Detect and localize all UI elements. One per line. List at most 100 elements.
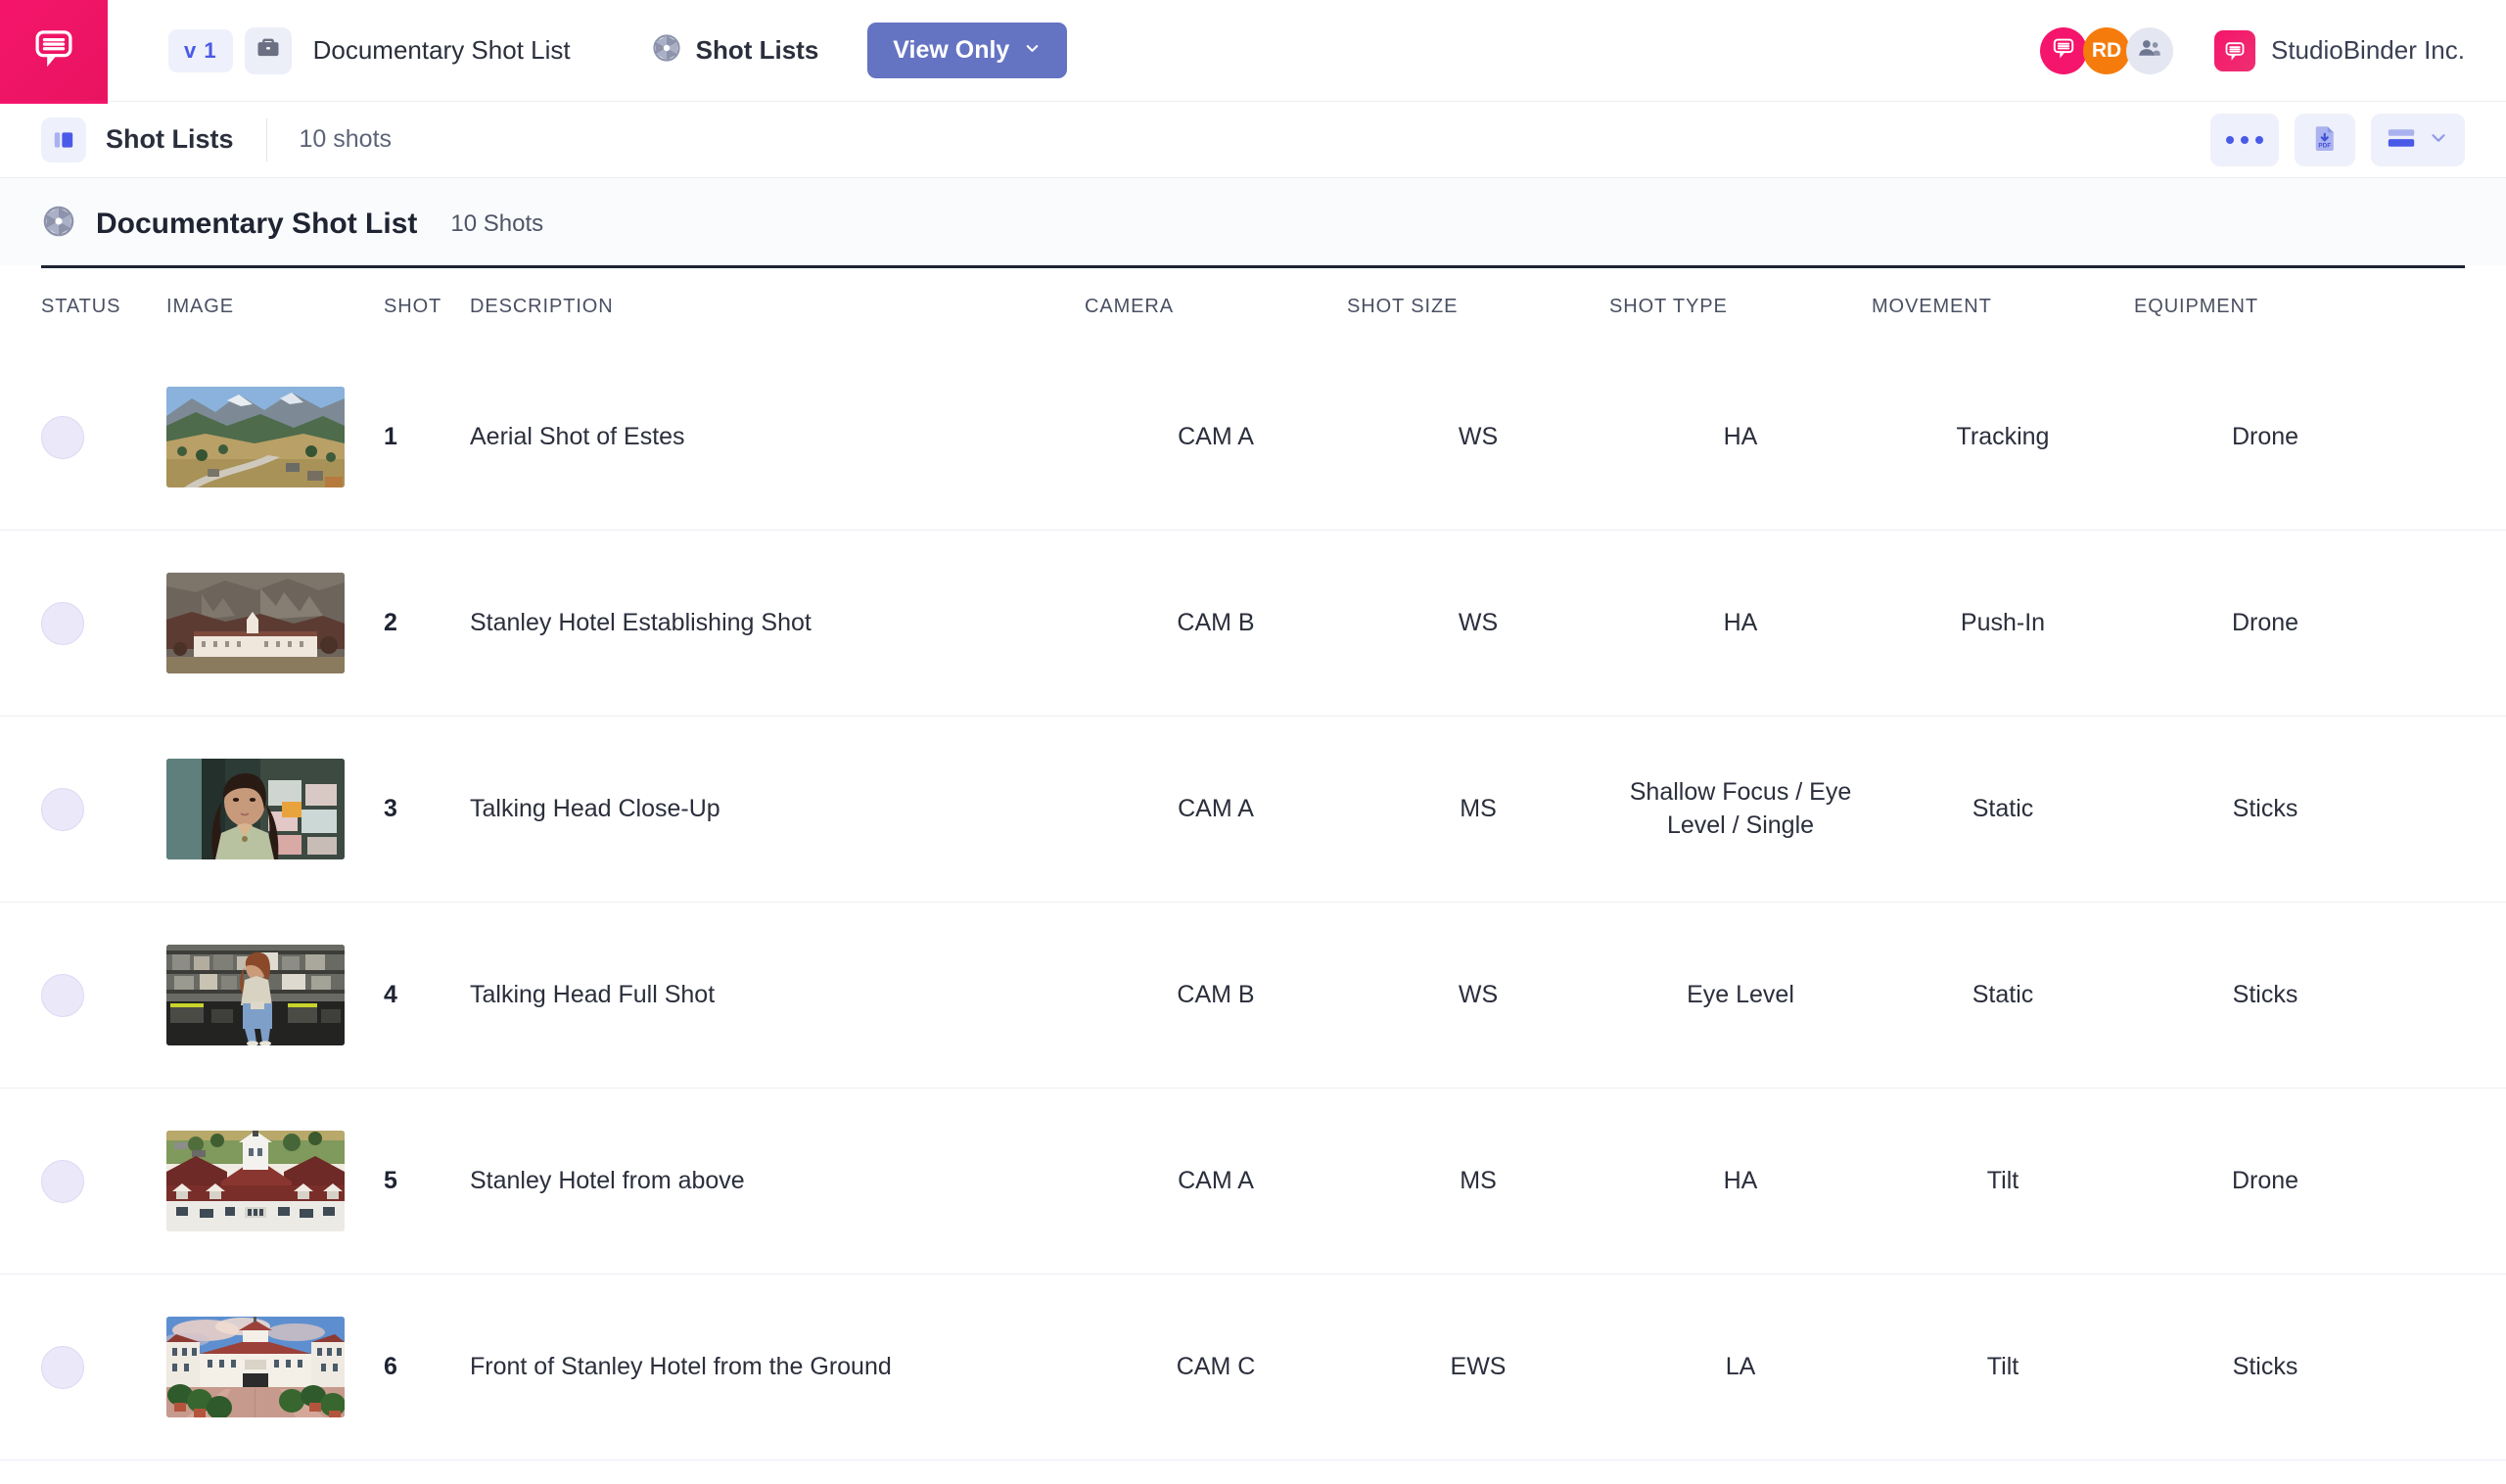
page-subtitle-shot-count: 10 Shots <box>450 210 543 238</box>
status-badge[interactable] <box>41 1160 84 1203</box>
shot-equipment[interactable]: Drone <box>2134 1165 2396 1198</box>
status-badge[interactable] <box>41 788 84 831</box>
status-cell <box>41 1160 166 1203</box>
shot-equipment[interactable]: Drone <box>2134 607 2396 640</box>
shot-camera[interactable]: CAM B <box>1085 979 1347 1012</box>
shot-equipment[interactable]: Drone <box>2134 421 2396 454</box>
image-cell <box>166 1317 384 1417</box>
column-header-camera: CAMERA <box>1085 296 1347 318</box>
shot-size[interactable]: MS <box>1347 793 1609 826</box>
shot-size[interactable]: EWS <box>1347 1351 1609 1384</box>
shot-camera[interactable]: CAM B <box>1085 607 1347 640</box>
project-icon-tile[interactable] <box>245 27 292 74</box>
shot-movement[interactable]: Tracking <box>1872 421 2134 454</box>
table-header-row: STATUS IMAGE SHOT DESCRIPTION CAMERA SHO… <box>0 268 2506 345</box>
shot-description[interactable]: Talking Head Full Shot <box>470 979 1085 1012</box>
status-cell <box>41 602 166 645</box>
avatar-initials: RD <box>2092 39 2121 63</box>
shot-description[interactable]: Stanley Hotel from above <box>470 1165 1085 1198</box>
sub-toolbar-actions: PDF <box>2210 114 2465 166</box>
shot-number: 6 <box>384 1353 470 1381</box>
shot-type[interactable]: HA <box>1609 1165 1872 1198</box>
shot-type[interactable]: HA <box>1609 607 1872 640</box>
shot-type[interactable]: Shallow Focus / Eye Level / Single <box>1609 776 1872 843</box>
status-badge[interactable] <box>41 974 84 1017</box>
ellipsis-icon <box>2226 136 2263 144</box>
avatar-studiobinder[interactable] <box>2040 27 2087 74</box>
shot-camera[interactable]: CAM C <box>1085 1351 1347 1384</box>
view-mode-button[interactable]: View Only <box>867 23 1067 78</box>
shot-number: 4 <box>384 981 470 1009</box>
shot-movement[interactable]: Tilt <box>1872 1351 2134 1384</box>
shot-equipment[interactable]: Sticks <box>2134 793 2396 826</box>
shot-camera[interactable]: CAM A <box>1085 421 1347 454</box>
column-header-shot-size: SHOT SIZE <box>1347 296 1609 318</box>
shot-size[interactable]: WS <box>1347 607 1609 640</box>
shot-thumbnail-mountain-valley[interactable] <box>166 387 345 487</box>
shot-description[interactable]: Front of Stanley Hotel from the Ground <box>470 1351 1085 1384</box>
avatar-team[interactable] <box>2126 27 2173 74</box>
shot-count-label: 10 shots <box>300 125 393 154</box>
status-cell <box>41 974 166 1017</box>
shot-thumbnail-woman-warehouse[interactable] <box>166 945 345 1045</box>
version-badge[interactable]: v 1 <box>168 29 233 72</box>
shot-thumbnail-hotel-roof-aerial[interactable] <box>166 1131 345 1231</box>
shot-size[interactable]: WS <box>1347 421 1609 454</box>
download-pdf-button[interactable]: PDF <box>2295 114 2355 166</box>
image-cell <box>166 759 384 859</box>
shot-size[interactable]: MS <box>1347 1165 1609 1198</box>
shot-thumbnail-woman-closeup[interactable] <box>166 759 345 859</box>
shot-movement[interactable]: Push-In <box>1872 607 2134 640</box>
avatar-rd[interactable]: RD <box>2083 27 2130 74</box>
table-row[interactable]: 1 Aerial Shot of Estes CAM A WS HA Track… <box>0 345 2506 531</box>
studiobinder-mark-icon <box>2214 30 2255 71</box>
shot-number: 5 <box>384 1167 470 1195</box>
page-title: Documentary Shot List <box>96 208 417 241</box>
shot-thumbnail-hotel-front-ground[interactable] <box>166 1317 345 1417</box>
top-bar-right: RD StudioBinder Inc. <box>2040 27 2465 74</box>
layout-rows-icon <box>2387 127 2416 152</box>
shot-type[interactable]: HA <box>1609 421 1872 454</box>
breadcrumb-shot-lists[interactable]: Shot Lists <box>651 32 819 69</box>
shot-type[interactable]: LA <box>1609 1351 1872 1384</box>
top-bar: v 1 Documentary Shot List <box>0 0 2506 102</box>
studiobinder-logo-icon <box>31 25 76 75</box>
shot-description[interactable]: Talking Head Close-Up <box>470 793 1085 826</box>
shot-description[interactable]: Stanley Hotel Establishing Shot <box>470 607 1085 640</box>
table-row[interactable]: 2 Stanley Hotel Establishing Shot CAM B … <box>0 531 2506 717</box>
table-row[interactable]: 4 Talking Head Full Shot CAM B WS Eye Le… <box>0 903 2506 1089</box>
shot-movement[interactable]: Tilt <box>1872 1165 2134 1198</box>
shot-movement[interactable]: Static <box>1872 979 2134 1012</box>
table-row[interactable]: 3 Talking Head Close-Up CAM A MS Shallow… <box>0 717 2506 903</box>
shot-equipment[interactable]: Sticks <box>2134 1351 2396 1384</box>
shot-size[interactable]: WS <box>1347 979 1609 1012</box>
shot-camera[interactable]: CAM A <box>1085 793 1347 826</box>
shot-description[interactable]: Aerial Shot of Estes <box>470 421 1085 454</box>
column-header-description: DESCRIPTION <box>470 296 1085 318</box>
status-cell <box>41 1346 166 1389</box>
document-title[interactable]: Documentary Shot List <box>313 35 571 66</box>
shot-equipment[interactable]: Sticks <box>2134 979 2396 1012</box>
status-badge[interactable] <box>41 602 84 645</box>
table-row[interactable]: 6 Front of Stanley Hotel from the Ground… <box>0 1275 2506 1461</box>
brand-group[interactable]: StudioBinder Inc. <box>2214 30 2465 71</box>
sub-toolbar-title: Shot Lists <box>106 124 234 155</box>
image-cell <box>166 945 384 1045</box>
shot-thumbnail-hotel-vintage[interactable] <box>166 573 345 673</box>
app-logo[interactable] <box>0 0 108 102</box>
breadcrumb-shot-lists-label: Shot Lists <box>696 35 819 66</box>
svg-text:PDF: PDF <box>2318 142 2331 149</box>
status-badge[interactable] <box>41 1346 84 1389</box>
shot-type[interactable]: Eye Level <box>1609 979 1872 1012</box>
column-header-equipment: EQUIPMENT <box>2134 296 2396 318</box>
column-header-image: IMAGE <box>166 296 384 318</box>
shot-number: 1 <box>384 423 470 451</box>
image-cell <box>166 387 384 487</box>
view-layout-button[interactable] <box>2371 114 2465 166</box>
shot-camera[interactable]: CAM A <box>1085 1165 1347 1198</box>
shot-movement[interactable]: Static <box>1872 793 2134 826</box>
table-row[interactable]: 5 Stanley Hotel from above CAM A MS HA T… <box>0 1089 2506 1275</box>
more-options-button[interactable] <box>2210 114 2279 166</box>
status-badge[interactable] <box>41 416 84 459</box>
brand-name: StudioBinder Inc. <box>2271 35 2465 66</box>
